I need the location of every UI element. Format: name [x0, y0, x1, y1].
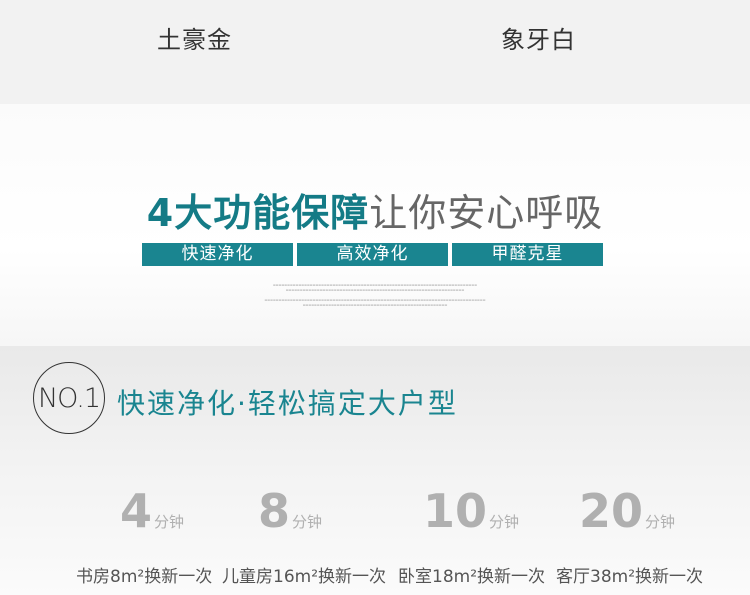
- stat-number: 20: [579, 484, 644, 538]
- color-option-gold[interactable]: 土豪金: [157, 20, 232, 55]
- fine-print-line-2: ▬▬▬▬▬▬▬▬▬▬▬▬▬▬▬▬▬▬▬▬▬▬▬▬▬▬▬▬▬▬▬▬▬▬▬▬▬▬▬▬…: [285, 288, 465, 292]
- stat-living-room: 20 分钟: [579, 484, 675, 538]
- stat-number: 4: [120, 484, 153, 538]
- section-number-badge: NO.1: [33, 362, 105, 434]
- caption-study: 书房8m²换新一次: [76, 567, 213, 587]
- stat-number: 8: [258, 484, 291, 538]
- caption-living-room: 客厅38m²换新一次: [556, 567, 704, 587]
- tag-fast-purify: 快速净化: [142, 243, 293, 266]
- features-headline: 4大功能保障让你安心呼吸: [0, 182, 750, 237]
- tag-formaldehyde: 甲醛克星: [452, 243, 603, 266]
- headline-strong: 4大功能保障: [146, 191, 370, 235]
- stat-kids-room: 8 分钟: [258, 484, 322, 538]
- section-number-text: NO.1: [37, 382, 101, 414]
- stat-unit: 分钟: [292, 513, 323, 531]
- caption-bedroom: 卧室18m²换新一次: [398, 567, 546, 587]
- stat-bedroom: 10 分钟: [423, 484, 519, 538]
- stat-unit: 分钟: [489, 513, 520, 531]
- headline-light: 让你安心呼吸: [369, 191, 604, 235]
- stat-study: 4 分钟: [120, 484, 184, 538]
- stat-unit: 分钟: [645, 513, 676, 531]
- stat-number: 10: [423, 484, 488, 538]
- fine-print-line-3: ▬▬▬▬▬▬▬▬▬▬▬▬▬▬▬▬▬▬▬▬▬▬▬▬▬▬▬▬▬▬▬▬▬▬▬▬▬▬▬▬…: [264, 298, 486, 302]
- caption-kids-room: 儿童房16m²换新一次: [222, 567, 387, 587]
- section-title: 快速净化·轻松搞定大户型: [117, 387, 458, 420]
- tag-efficient-purify: 高效净化: [297, 243, 448, 266]
- fine-print-line-1: ▬▬▬▬▬▬▬▬▬▬▬▬▬▬▬▬▬▬▬▬▬▬▬▬▬▬▬▬▬▬▬▬▬▬▬▬▬▬▬▬…: [272, 283, 478, 287]
- stat-unit: 分钟: [154, 513, 185, 531]
- fine-print-line-4: ▬▬▬▬▬▬▬▬▬▬▬▬▬▬▬▬▬▬▬▬▬▬▬▬▬▬▬▬▬▬▬▬▬▬▬▬▬▬▬▬…: [302, 303, 448, 307]
- color-option-ivory[interactable]: 象牙白: [501, 20, 576, 55]
- top-band: [0, 0, 750, 104]
